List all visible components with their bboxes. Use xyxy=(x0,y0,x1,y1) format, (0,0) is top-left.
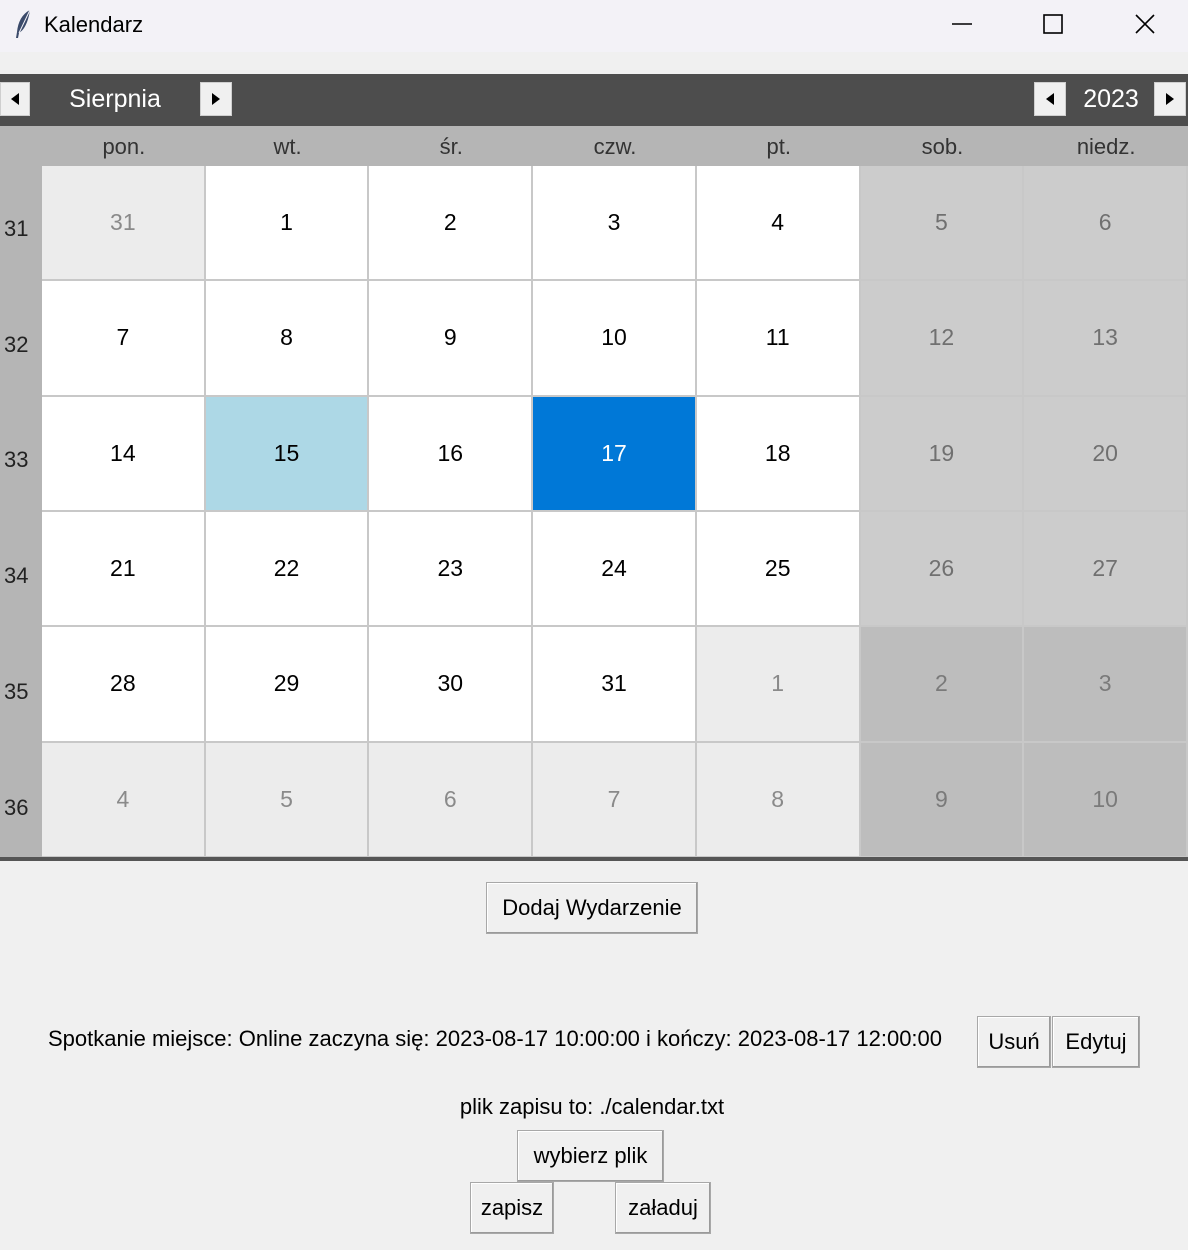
day-cell[interactable]: 6 xyxy=(1024,166,1188,282)
day-cell[interactable]: 18 xyxy=(696,396,861,512)
week-number: 32 xyxy=(4,331,29,357)
day-cell[interactable]: 12 xyxy=(860,281,1025,397)
day-cell[interactable]: 2 xyxy=(369,166,534,282)
delete-event-button[interactable]: Usuń xyxy=(977,1016,1051,1068)
day-cell[interactable]: 4 xyxy=(42,742,206,858)
day-name: pt. xyxy=(766,134,791,159)
day-cell[interactable]: 5 xyxy=(860,166,1025,282)
day-names-row: pon. wt. śr. czw. pt. sob. niedz. xyxy=(42,126,1188,166)
day-cell[interactable]: 1 xyxy=(696,627,861,743)
day-cell[interactable]: 13 xyxy=(1024,281,1188,397)
day-cell[interactable]: 10 xyxy=(1024,742,1188,858)
day-cell[interactable]: 17 xyxy=(533,396,697,512)
prev-month-button[interactable] xyxy=(0,82,30,116)
week-numbers: 31 32 33 34 35 36 xyxy=(0,166,42,861)
day-cell[interactable]: 26 xyxy=(860,512,1025,628)
day-name: czw. xyxy=(593,134,637,159)
day-cell[interactable]: 24 xyxy=(533,512,697,628)
day-cell[interactable]: 23 xyxy=(369,512,534,628)
day-cell[interactable]: 15 xyxy=(205,396,370,512)
load-button[interactable]: załaduj xyxy=(615,1182,711,1234)
day-cell[interactable]: 9 xyxy=(369,281,534,397)
day-cell[interactable]: 5 xyxy=(205,742,370,858)
day-cell[interactable]: 4 xyxy=(696,166,861,282)
calendar-grid: pon. wt. śr. czw. pt. sob. niedz. 31 32 33… xyxy=(0,126,1188,861)
day-cell[interactable]: 14 xyxy=(42,396,206,512)
day-cell[interactable]: 3 xyxy=(1024,627,1188,743)
event-description: Spotkanie miejsce: Online zaczyna się: 2… xyxy=(48,1026,943,1051)
next-year-button[interactable] xyxy=(1154,82,1186,116)
maximize-icon xyxy=(1043,14,1063,34)
add-event-button[interactable]: Dodaj Wydarzenie xyxy=(486,882,698,934)
day-cell[interactable]: 9 xyxy=(860,742,1025,858)
week-number: 34 xyxy=(4,563,29,589)
day-name: pon. xyxy=(102,134,146,159)
day-cell[interactable]: 31 xyxy=(533,627,697,743)
prev-year-button[interactable] xyxy=(1034,82,1066,116)
year-label: 2023 xyxy=(1083,85,1139,113)
day-cell[interactable]: 6 xyxy=(369,742,534,858)
edit-event-button[interactable]: Edytuj xyxy=(1052,1016,1140,1068)
day-cell[interactable]: 27 xyxy=(1024,512,1188,628)
day-cell[interactable]: 22 xyxy=(205,512,370,628)
week-number: 33 xyxy=(4,447,29,473)
choose-file-button[interactable]: wybierz plik xyxy=(517,1130,664,1182)
title-bar: Kalendarz xyxy=(0,0,1188,52)
close-icon xyxy=(1135,14,1155,34)
day-cell[interactable]: 20 xyxy=(1024,396,1188,512)
day-cell[interactable]: 8 xyxy=(205,281,370,397)
day-cell[interactable]: 29 xyxy=(205,627,370,743)
minimize-button[interactable] xyxy=(916,0,1008,48)
day-cell[interactable]: 7 xyxy=(42,281,206,397)
day-name: niedz. xyxy=(1076,134,1136,159)
day-cell[interactable]: 3 xyxy=(533,166,697,282)
day-cell[interactable]: 30 xyxy=(369,627,534,743)
maximize-button[interactable] xyxy=(1007,0,1099,48)
minimize-icon xyxy=(952,23,972,25)
day-cell[interactable]: 8 xyxy=(696,742,861,858)
day-cell[interactable]: 7 xyxy=(533,742,697,858)
days-grid: 31 1 2 3 4 5 6 7 8 9 10 11 12 13 14 15 16 17 18 19 20 21 22 23 2… xyxy=(42,166,1188,858)
day-cell[interactable]: 1 xyxy=(205,166,370,282)
day-cell[interactable]: 21 xyxy=(42,512,206,628)
day-name: śr. xyxy=(439,134,463,159)
week-number: 35 xyxy=(4,679,29,705)
day-cell[interactable]: 19 xyxy=(860,396,1025,512)
feather-icon xyxy=(16,9,31,38)
month-label: Sierpnia xyxy=(69,85,161,113)
calendar-header: Sierpnia 2023 xyxy=(0,74,1188,126)
day-cell[interactable]: 31 xyxy=(42,166,206,282)
week-number: 31 xyxy=(4,215,29,241)
day-cell[interactable]: 25 xyxy=(696,512,861,628)
day-cell[interactable]: 10 xyxy=(533,281,697,397)
close-button[interactable] xyxy=(1099,0,1188,48)
save-file-label: plik zapisu to: ./calendar.txt xyxy=(459,1094,725,1119)
day-cell[interactable]: 11 xyxy=(696,281,861,397)
week-number: 36 xyxy=(4,794,29,820)
day-cell[interactable]: 28 xyxy=(42,627,206,743)
day-name: wt. xyxy=(273,134,302,159)
day-name: sob. xyxy=(921,134,964,159)
grid-divider xyxy=(0,857,1188,861)
save-button[interactable]: zapisz xyxy=(470,1182,554,1234)
day-cell[interactable]: 16 xyxy=(369,396,534,512)
window-title: Kalendarz xyxy=(44,12,144,37)
next-month-button[interactable] xyxy=(200,82,232,116)
day-cell[interactable]: 2 xyxy=(860,627,1025,743)
